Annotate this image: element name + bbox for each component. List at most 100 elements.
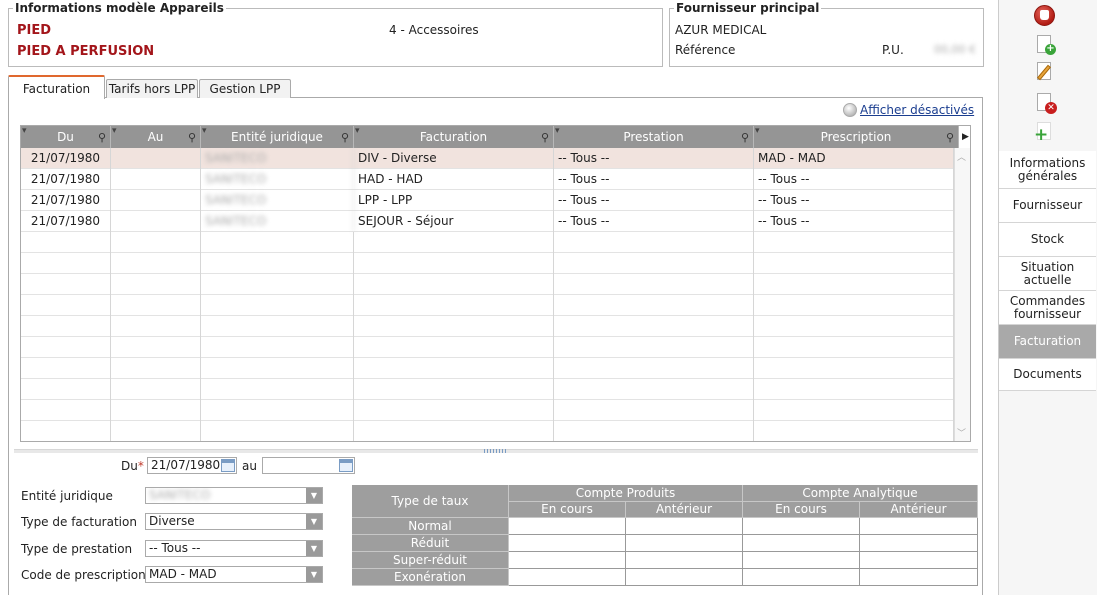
edit-document-icon[interactable] bbox=[1034, 62, 1054, 84]
show-disabled-link[interactable]: Afficher désactivés bbox=[860, 103, 974, 117]
grid-header: ▾ Du ⚲ ▾ Au ⚲ ▾ Entité juridique ⚲ ▾ Facturatio… bbox=[21, 126, 970, 148]
col-header-du[interactable]: ▾ Du ⚲ bbox=[21, 126, 111, 148]
side-menu-item-1[interactable]: Fournisseur bbox=[999, 189, 1096, 223]
col-header-entite[interactable]: ▾ Entité juridique ⚲ bbox=[201, 126, 354, 148]
table-cell-prescription bbox=[754, 295, 954, 316]
rates-row-label: Exonération bbox=[352, 569, 509, 586]
rate-input-cell[interactable] bbox=[860, 535, 978, 552]
col-header-prescription[interactable]: ▾ Prescription ⚲ bbox=[754, 126, 959, 148]
chevron-down-icon[interactable]: ▼ bbox=[306, 567, 322, 582]
table-cell-facturation bbox=[354, 421, 554, 441]
table-cell-au bbox=[111, 274, 201, 295]
chevron-down-icon[interactable]: ▼ bbox=[306, 488, 322, 503]
rate-input-cell[interactable] bbox=[626, 552, 743, 569]
table-row[interactable] bbox=[21, 316, 954, 337]
rate-input-cell[interactable] bbox=[743, 518, 860, 535]
rate-input-cell[interactable] bbox=[743, 569, 860, 586]
side-menu-item-6[interactable]: Documents bbox=[999, 359, 1096, 391]
search-icon[interactable]: ⚲ bbox=[341, 127, 349, 149]
table-row[interactable]: 21/07/1980 SANITECO SEJOUR - Séjour -- Tous… bbox=[21, 211, 954, 232]
table-row[interactable]: 21/07/1980 SANITECO LPP - LPP -- Tous -- -- … bbox=[21, 190, 954, 211]
rate-input-cell[interactable] bbox=[860, 552, 978, 569]
table-row[interactable] bbox=[21, 274, 954, 295]
search-icon[interactable]: ⚲ bbox=[98, 127, 106, 149]
type-prestation-select[interactable]: -- Tous -- ▼ bbox=[145, 540, 323, 557]
side-menu-label: Fournisseur bbox=[1012, 198, 1083, 212]
col-header-prestation[interactable]: ▾ Prestation ⚲ bbox=[554, 126, 754, 148]
rate-input-cell[interactable] bbox=[509, 569, 626, 586]
col-header-facturation[interactable]: ▾ Facturation ⚲ bbox=[354, 126, 554, 148]
table-row[interactable] bbox=[21, 400, 954, 421]
delete-document-icon[interactable]: ✕ bbox=[1034, 93, 1057, 115]
table-cell-facturation bbox=[354, 253, 554, 274]
rate-input-cell[interactable] bbox=[509, 552, 626, 569]
entite-select[interactable]: SANITECO ▼ bbox=[145, 487, 323, 504]
scroll-down-icon[interactable]: ﹀ bbox=[957, 426, 966, 439]
tab-tarifs-hors-lpp[interactable]: Tarifs hors LPP bbox=[106, 79, 198, 98]
table-cell-facturation: LPP - LPP bbox=[354, 190, 554, 211]
search-icon[interactable]: ⚲ bbox=[946, 127, 954, 149]
table-cell-du: 21/07/1980 bbox=[21, 211, 111, 232]
add-icon[interactable]: + bbox=[1034, 122, 1054, 144]
table-row[interactable] bbox=[21, 253, 954, 274]
search-icon[interactable]: ⚲ bbox=[188, 127, 196, 149]
table-row[interactable] bbox=[21, 358, 954, 379]
stop-hand-icon[interactable] bbox=[1034, 5, 1055, 27]
rate-input-cell[interactable] bbox=[509, 535, 626, 552]
rate-input-cell[interactable] bbox=[626, 569, 743, 586]
table-cell-au bbox=[111, 421, 201, 441]
show-disabled-toggle[interactable]: Afficher désactivés bbox=[843, 103, 974, 117]
search-icon[interactable]: ⚲ bbox=[741, 127, 749, 149]
table-cell-du bbox=[21, 232, 111, 253]
scroll-up-icon[interactable]: ︿ bbox=[957, 150, 966, 163]
du-date-input[interactable]: 21/07/1980 bbox=[147, 457, 237, 474]
tab-facturation[interactable]: Facturation bbox=[8, 75, 105, 99]
new-document-icon[interactable]: + bbox=[1034, 35, 1056, 57]
calendar-icon[interactable] bbox=[339, 459, 353, 472]
table-cell-entite bbox=[201, 337, 354, 358]
toggle-circle-icon bbox=[843, 103, 857, 117]
table-cell-prescription bbox=[754, 400, 954, 421]
table-row[interactable] bbox=[21, 232, 954, 253]
rates-sub-header: En cours bbox=[509, 502, 626, 518]
rate-input-cell[interactable] bbox=[509, 518, 626, 535]
table-row[interactable]: 21/07/1980 SANITECO HAD - HAD -- Tous -- -- … bbox=[21, 169, 954, 190]
tab-gestion-lpp[interactable]: Gestion LPP bbox=[199, 79, 291, 98]
code-prescription-select[interactable]: MAD - MAD ▼ bbox=[145, 566, 323, 583]
rate-input-cell[interactable] bbox=[626, 535, 743, 552]
side-menu-item-4[interactable]: Commandes fournisseur bbox=[999, 291, 1096, 325]
table-row[interactable] bbox=[21, 379, 954, 400]
chevron-down-icon[interactable]: ▼ bbox=[306, 514, 322, 529]
splitter-grip-icon[interactable] bbox=[484, 449, 508, 453]
side-menu-item-2[interactable]: Stock bbox=[999, 223, 1096, 257]
au-date-input[interactable] bbox=[262, 457, 355, 474]
column-menu-arrow-icon[interactable]: ▶ bbox=[959, 126, 970, 148]
rate-input-cell[interactable] bbox=[860, 569, 978, 586]
search-icon[interactable]: ⚲ bbox=[541, 127, 549, 149]
side-menu-item-0[interactable]: Informations générales bbox=[999, 151, 1096, 189]
side-menu-item-3[interactable]: Situation actuelle bbox=[999, 257, 1096, 291]
rate-input-cell[interactable] bbox=[743, 552, 860, 569]
side-menu-item-5[interactable]: Facturation bbox=[999, 325, 1096, 359]
pin-icon: ▾ bbox=[22, 126, 27, 136]
table-row[interactable] bbox=[21, 421, 954, 441]
supplier-legend: Fournisseur principal bbox=[676, 1, 820, 15]
rate-input-cell[interactable] bbox=[626, 518, 743, 535]
chevron-down-icon[interactable]: ▼ bbox=[306, 541, 322, 556]
type-prestation-label: Type de prestation bbox=[21, 542, 133, 556]
table-cell-entite: SANITECO bbox=[201, 190, 354, 211]
table-row[interactable] bbox=[21, 295, 954, 316]
table-row[interactable]: 21/07/1980 SANITECO DIV - Diverse -- Tous -… bbox=[21, 148, 954, 169]
col-header-au[interactable]: ▾ Au ⚲ bbox=[111, 126, 201, 148]
rate-input-cell[interactable] bbox=[860, 518, 978, 535]
table-cell-facturation: HAD - HAD bbox=[354, 169, 554, 190]
grid-scrollbar[interactable]: ︿ ﹀ bbox=[954, 148, 970, 441]
rates-type-header: Type de taux bbox=[352, 485, 509, 518]
panel-splitter[interactable] bbox=[14, 449, 978, 453]
side-menu-label: Informations générales bbox=[1009, 155, 1086, 183]
rate-input-cell[interactable] bbox=[743, 535, 860, 552]
type-facturation-select[interactable]: Diverse ▼ bbox=[145, 513, 323, 530]
table-row[interactable] bbox=[21, 337, 954, 358]
table-cell-entite bbox=[201, 400, 354, 421]
calendar-icon[interactable] bbox=[221, 459, 235, 472]
